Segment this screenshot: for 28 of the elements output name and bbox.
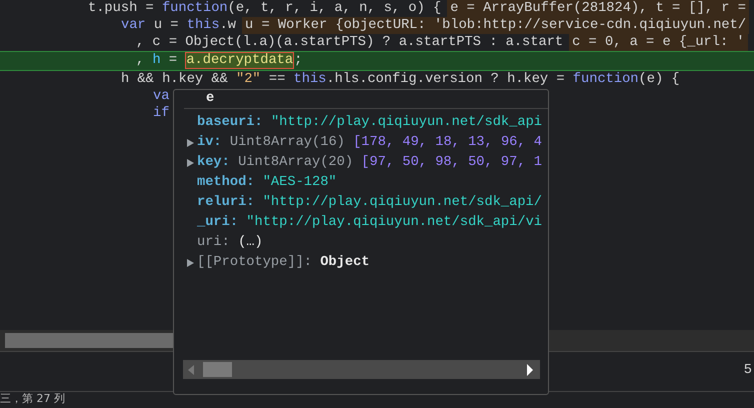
code-line: , h = a.decryptdata; [136,52,302,70]
expand-arrow-icon[interactable] [184,137,196,149]
code-line: var u = this.w [121,17,236,34]
code-line: h && h.key && "2" == this.hls.config.version ? h.key = function(e) { [121,71,680,88]
expand-arrow-icon[interactable] [184,257,196,269]
code-line: if [153,105,170,122]
property-entry[interactable]: method: "AES-128" [197,173,337,193]
popup-title: e [206,91,214,106]
property-entry[interactable]: uri: (…) [197,233,263,253]
scrollbar-thumb[interactable] [203,362,232,377]
property-entry[interactable]: reluri: "http://play.qiqiuyun.net/sdk_api/ [197,193,542,213]
line-number: 5 [744,362,752,380]
property-entry[interactable]: baseuri: "http://play.qiqiuyun.net/sdk_api [197,113,542,133]
popup-scrollbar[interactable] [183,360,540,379]
scrollbar-thumb[interactable] [5,333,175,348]
code-line: , c = Object(l.a)(a.startPTS) ? a.startPTS : a.start [136,34,564,51]
inline-value: u = Worker {objectURL: 'blob:http://service-cdn.qiqiuyun.net/ [242,17,750,34]
status-text: 三，第 27 列 [0,392,65,405]
property-entry[interactable]: iv: Uint8Array(16) [178, 49, 18, 13, 96, 4 [197,133,542,153]
inline-value: c = 0, a = e {_url: ' [569,34,748,51]
inline-value: e = ArrayBuffer(281824), t = [], r = [447,0,749,17]
property-entry[interactable]: key: Uint8Array(20) [97, 50, 98, 50, 97, 1 [197,153,542,173]
property-entry[interactable]: _uri: "http://play.qiqiuyun.net/sdk_api/vi [197,213,542,233]
expand-arrow-icon[interactable] [184,157,196,169]
scroll-right-icon[interactable] [526,364,534,376]
property-entry[interactable]: [[Prototype]]: Object [197,253,370,273]
code-line: t.push = function(e, t, r, i, a, n, s, o) { [88,0,442,17]
code-line: va [153,88,170,105]
